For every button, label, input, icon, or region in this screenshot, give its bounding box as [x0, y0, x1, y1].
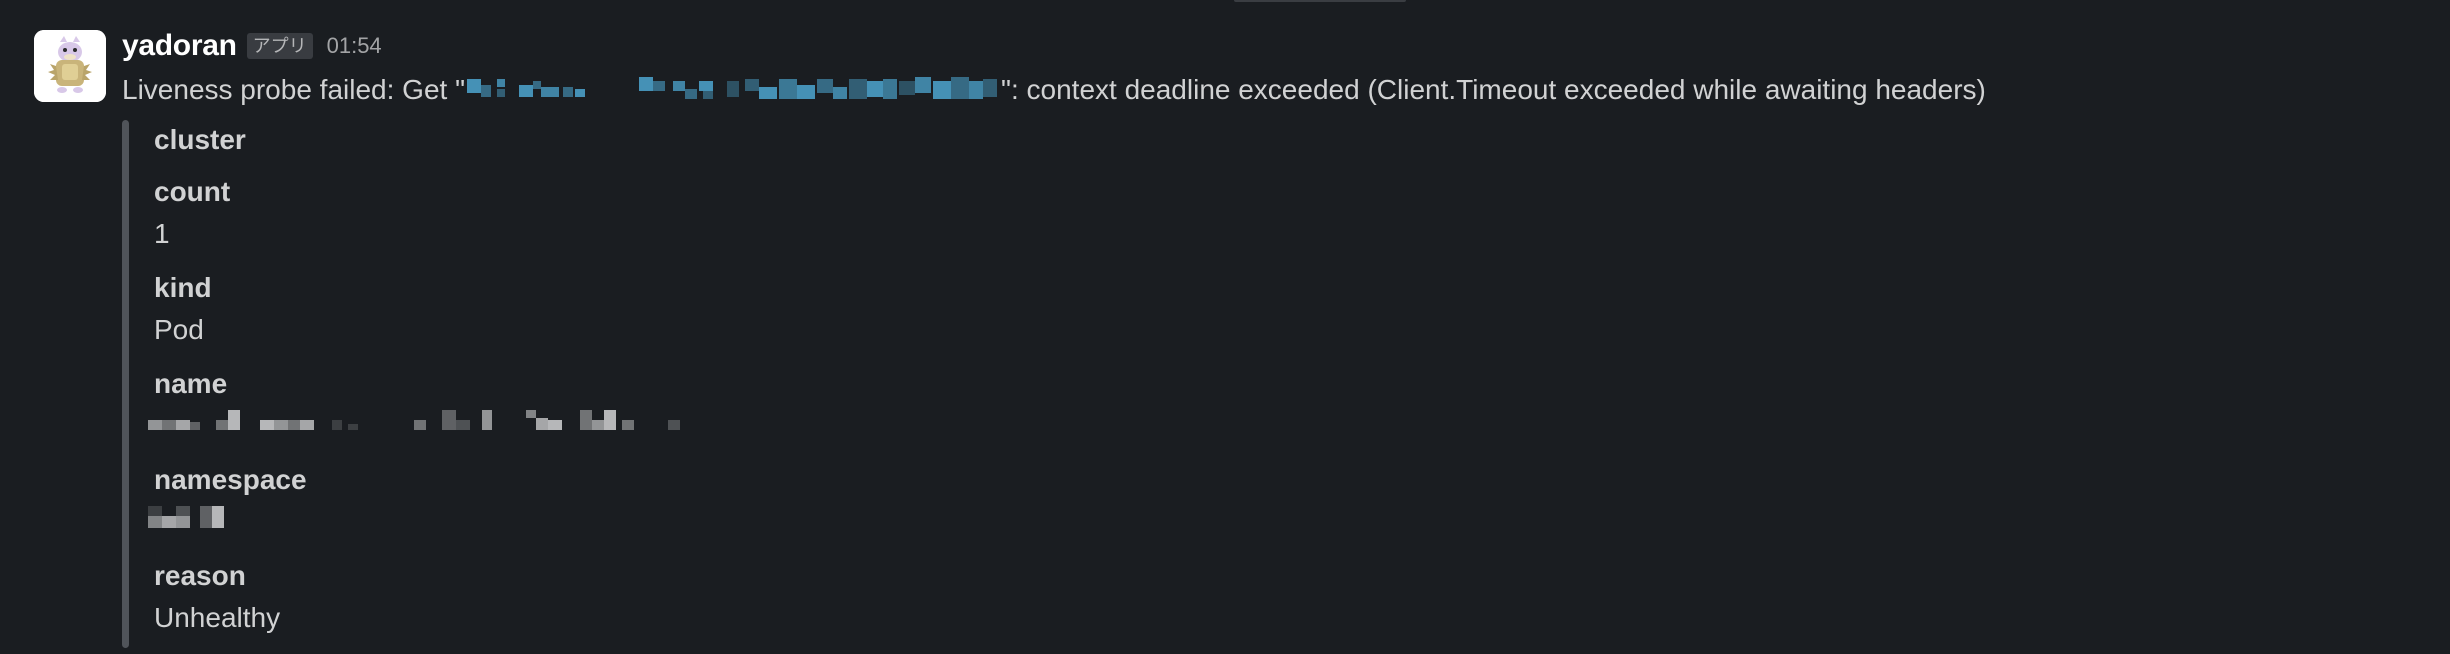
attachment-color-bar: [122, 120, 129, 648]
field-kind: kind Pod: [154, 270, 212, 350]
field-namespace: namespace: [148, 462, 307, 543]
field-title: cluster: [154, 124, 246, 155]
message-text-suffix: ": context deadline exceeded (Client.Tim…: [1001, 74, 1986, 105]
field-title: kind: [154, 272, 212, 303]
message-header: yadoran アプリ 01:54: [122, 26, 382, 66]
field-title: count: [154, 176, 231, 207]
chat-message: yadoran アプリ 01:54 Liveness probe failed:…: [0, 0, 2450, 654]
message-text-prefix: Liveness probe failed: Get ": [122, 74, 466, 105]
sender-name[interactable]: yadoran: [122, 29, 237, 63]
field-name: name: [148, 366, 688, 447]
field-reason: reason Unhealthy: [154, 558, 280, 638]
field-title: namespace: [154, 464, 307, 495]
field-value: [148, 406, 688, 447]
field-value: Unhealthy: [154, 602, 281, 633]
message-attachment: cluster count 1 kind Pod name namespace …: [122, 120, 1022, 648]
field-value: Pod: [154, 314, 204, 345]
field-title: reason: [154, 560, 246, 591]
field-value: [148, 502, 307, 543]
redacted-name-value: [148, 406, 688, 447]
field-value: 1: [154, 218, 170, 249]
field-title: name: [154, 368, 228, 399]
app-badge: アプリ: [246, 33, 313, 59]
slowpoke-avatar-icon[interactable]: [34, 30, 106, 102]
redacted-namespace-value: [148, 502, 307, 543]
field-cluster: cluster: [154, 122, 246, 158]
redacted-url-link[interactable]: [467, 72, 999, 112]
message-timestamp[interactable]: 01:54: [327, 33, 382, 59]
message-text: Liveness probe failed: Get " ": context …: [122, 70, 1986, 112]
field-count: count 1: [154, 174, 230, 254]
